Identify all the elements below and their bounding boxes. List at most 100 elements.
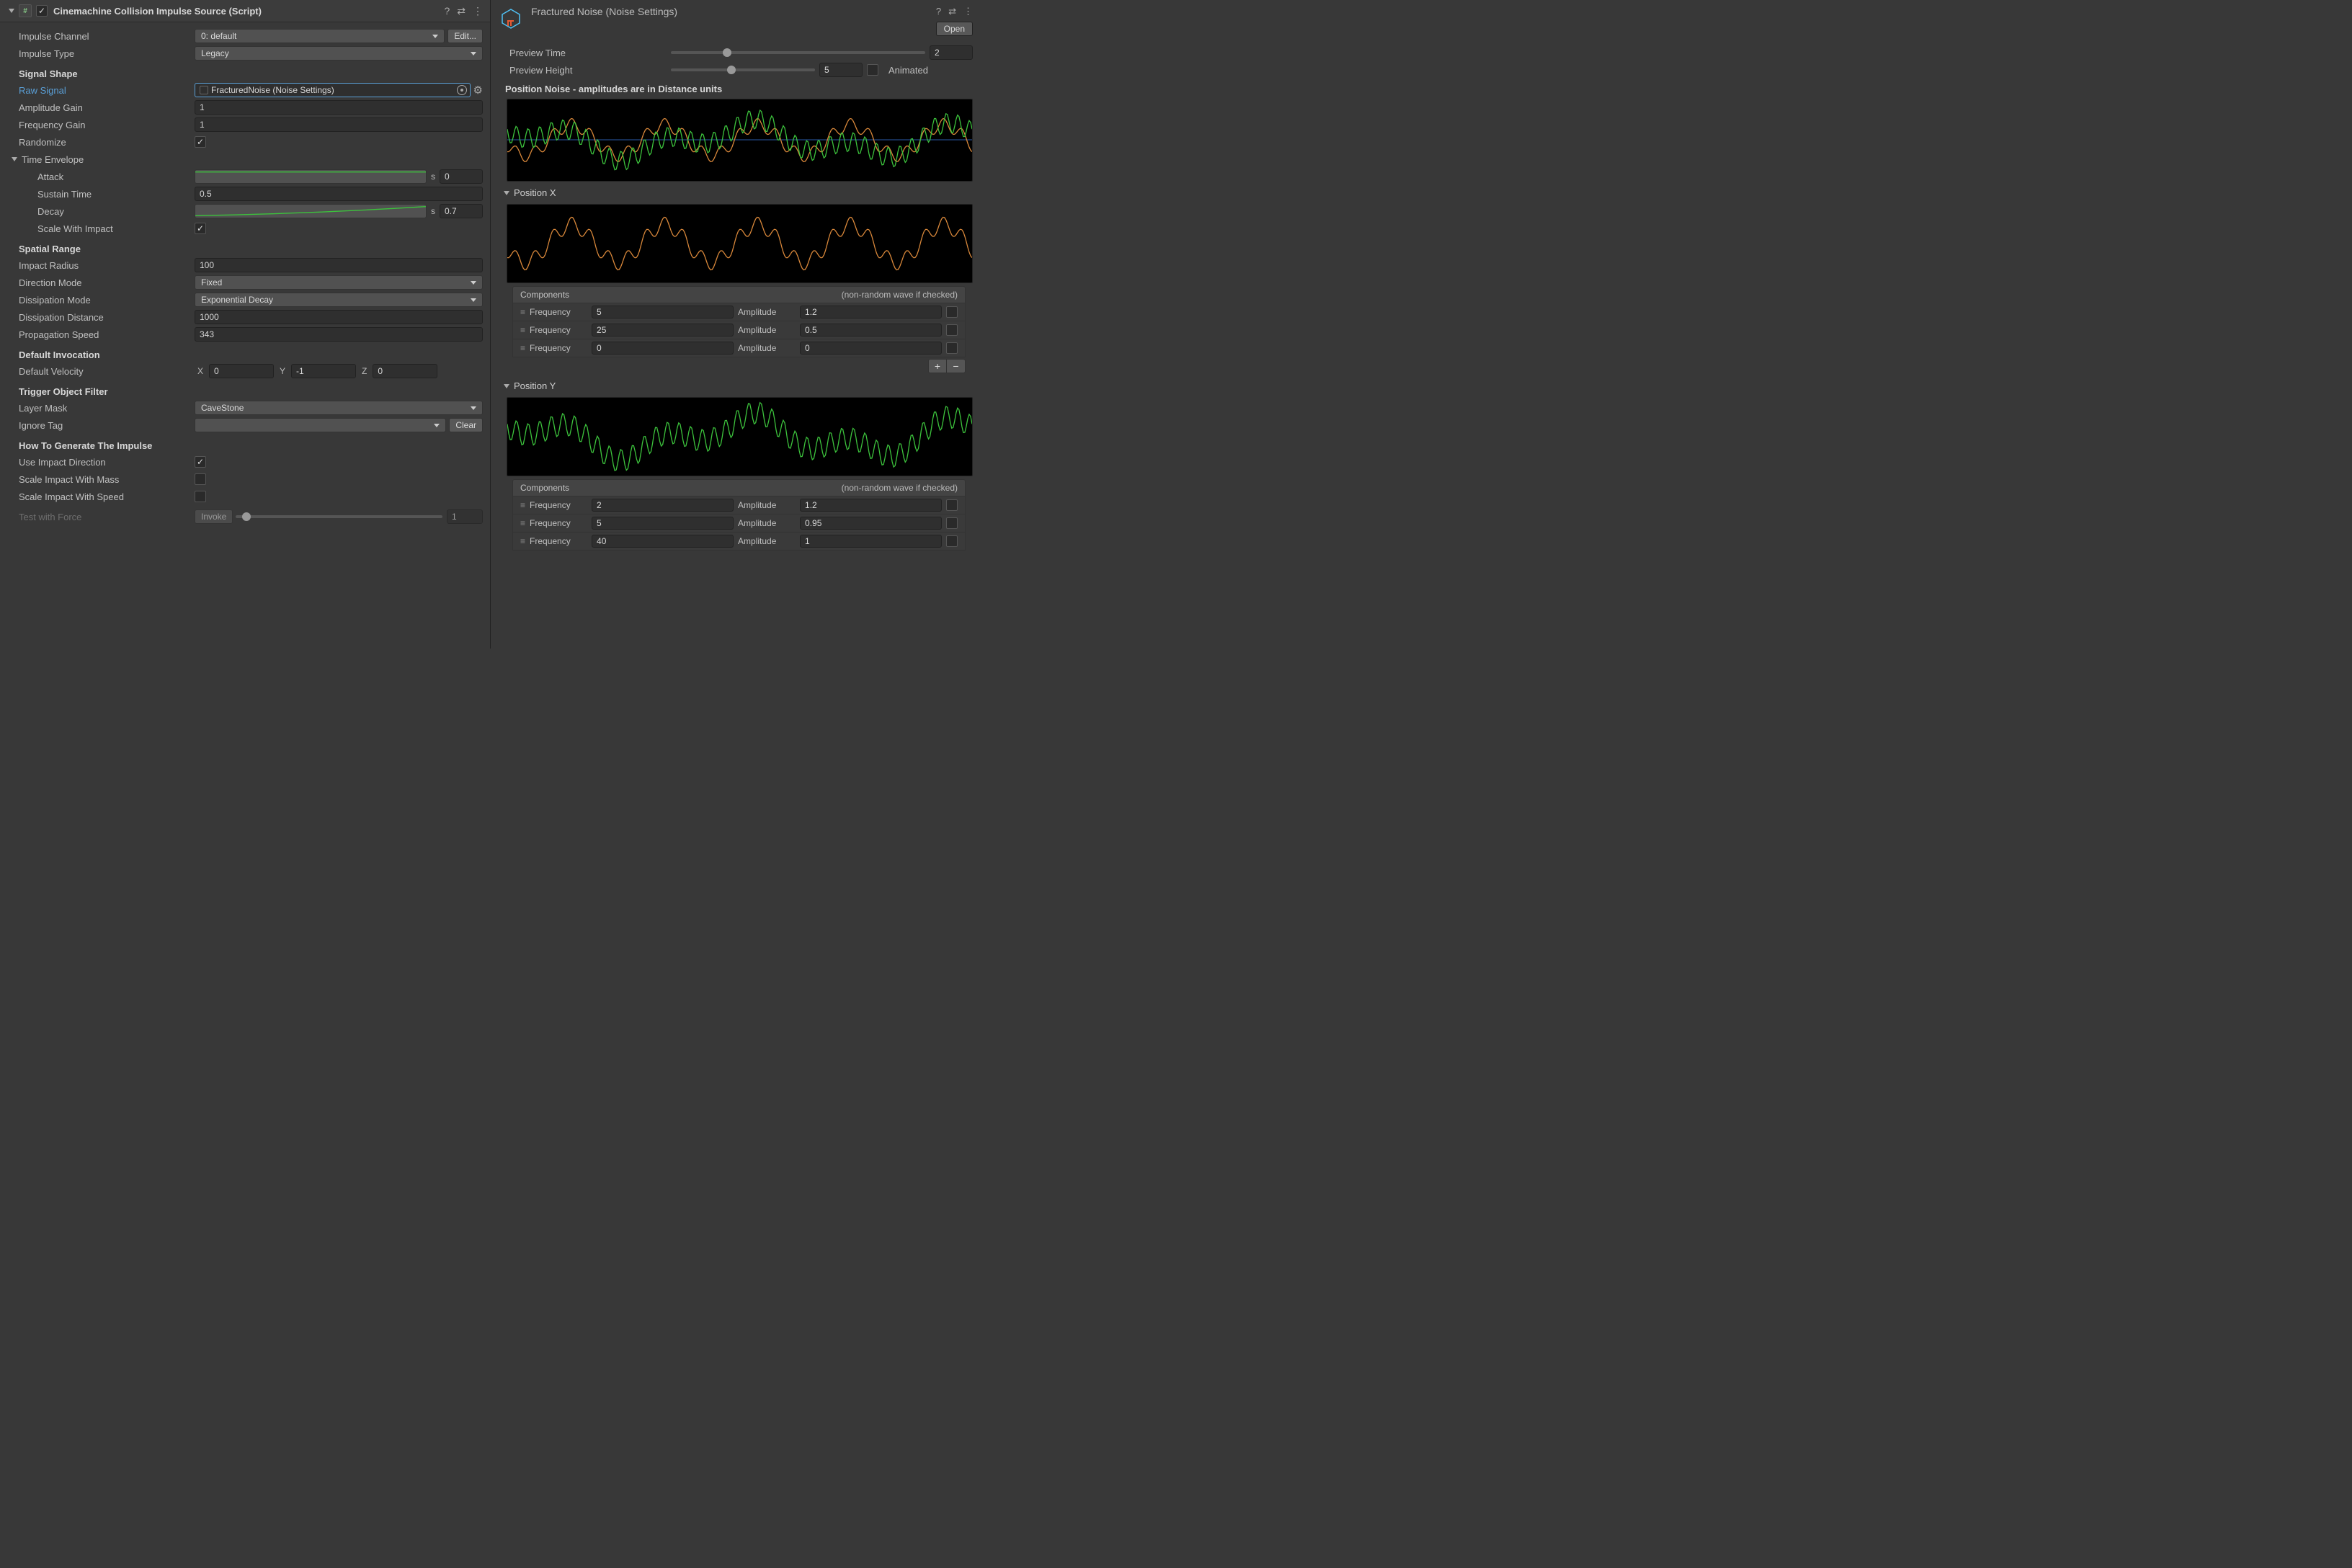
frequency-label: Frequency — [530, 536, 587, 546]
sustain-time-field[interactable]: 0.5 — [195, 187, 483, 201]
decay-curve[interactable] — [195, 204, 427, 218]
posx-amplitude-field-1[interactable]: 0.5 — [800, 324, 942, 337]
preset-icon[interactable]: ⇄ — [948, 6, 956, 17]
scale-impact-mass-checkbox[interactable] — [195, 473, 206, 485]
components-header-y: Components (non-random wave if checked) — [512, 479, 966, 496]
posy-amplitude-field-0[interactable]: 1.2 — [800, 499, 942, 512]
posy-frequency-field-0[interactable]: 2 — [592, 499, 734, 512]
clear-button[interactable]: Clear — [449, 418, 483, 432]
foldout-icon[interactable] — [7, 6, 16, 15]
enable-checkbox[interactable] — [36, 5, 48, 17]
amplitude-gain-field[interactable]: 1 — [195, 100, 483, 115]
components-label: Components — [520, 290, 569, 300]
posy-frequency-field-2[interactable]: 40 — [592, 535, 734, 548]
animated-checkbox[interactable] — [867, 64, 878, 76]
posy-amplitude-field-2[interactable]: 1 — [800, 535, 942, 548]
drag-handle-icon[interactable]: ≡ — [520, 325, 525, 335]
layer-mask-dropdown[interactable]: CaveStone — [195, 401, 483, 415]
preview-height-slider[interactable] — [671, 68, 815, 71]
attack-field[interactable]: 0 — [440, 169, 483, 184]
ignore-tag-dropdown[interactable] — [195, 418, 446, 432]
script-icon: # — [19, 4, 32, 17]
asset-title: Fractured Noise (Noise Settings) — [531, 6, 677, 17]
help-icon[interactable]: ? — [444, 5, 450, 17]
time-envelope-foldout[interactable]: Time Envelope — [7, 154, 195, 165]
drag-handle-icon[interactable]: ≡ — [520, 518, 525, 528]
menu-icon[interactable]: ⋮ — [473, 5, 483, 17]
non-random-checkbox[interactable] — [946, 324, 958, 336]
propagation-speed-field[interactable]: 343 — [195, 327, 483, 342]
non-random-checkbox[interactable] — [946, 517, 958, 529]
scale-impact-speed-checkbox[interactable] — [195, 491, 206, 502]
animated-label: Animated — [888, 65, 928, 76]
scale-impact-mass-label: Scale Impact With Mass — [7, 474, 195, 485]
impact-radius-field[interactable]: 100 — [195, 258, 483, 272]
drag-handle-icon[interactable]: ≡ — [520, 500, 525, 510]
non-random-checkbox[interactable] — [946, 499, 958, 511]
non-random-checkbox[interactable] — [946, 342, 958, 354]
default-velocity-x[interactable]: 0 — [209, 364, 274, 378]
non-random-checkbox[interactable] — [946, 535, 958, 547]
scale-with-impact-checkbox[interactable] — [195, 223, 206, 234]
default-velocity-z[interactable]: 0 — [373, 364, 437, 378]
component-row: ≡ Frequency 40 Amplitude 1 — [512, 533, 966, 551]
scale-with-impact-label: Scale With Impact — [7, 223, 195, 234]
edit-channel-button[interactable]: Edit... — [447, 29, 483, 43]
posx-frequency-field-1[interactable]: 25 — [592, 324, 734, 337]
drag-handle-icon[interactable]: ≡ — [520, 343, 525, 353]
direction-mode-dropdown[interactable]: Fixed — [195, 275, 483, 290]
position-y-label: Position Y — [514, 380, 556, 391]
preset-icon[interactable]: ⇄ — [457, 5, 466, 17]
scale-impact-speed-label: Scale Impact With Speed — [7, 491, 195, 502]
components-label: Components — [520, 483, 569, 493]
component-row: ≡ Frequency 5 Amplitude 1.2 — [512, 303, 966, 321]
posx-amplitude-field-2[interactable]: 0 — [800, 342, 942, 355]
preview-time-field[interactable]: 2 — [930, 45, 973, 60]
randomize-checkbox[interactable] — [195, 136, 206, 148]
menu-icon[interactable]: ⋮ — [963, 6, 973, 17]
drag-handle-icon[interactable]: ≡ — [520, 536, 525, 546]
object-picker-icon[interactable] — [457, 85, 467, 95]
test-force-field[interactable]: 1 — [447, 509, 483, 524]
amplitude-label: Amplitude — [738, 307, 796, 317]
position-x-foldout[interactable]: Position X — [498, 184, 973, 201]
posx-amplitude-field-0[interactable]: 1.2 — [800, 306, 942, 318]
time-envelope-label: Time Envelope — [22, 154, 84, 165]
non-random-checkbox[interactable] — [946, 306, 958, 318]
raw-signal-label: Raw Signal — [7, 85, 195, 96]
help-icon[interactable]: ? — [936, 6, 941, 17]
decay-unit: s — [429, 206, 437, 216]
posx-frequency-field-0[interactable]: 5 — [592, 306, 734, 318]
use-impact-direction-checkbox[interactable] — [195, 456, 206, 468]
drag-handle-icon[interactable]: ≡ — [520, 307, 525, 317]
preview-time-slider[interactable] — [671, 51, 925, 54]
raw-signal-field[interactable]: FracturedNoise (Noise Settings) — [195, 83, 471, 97]
remove-component-button[interactable]: − — [947, 359, 966, 373]
dissipation-distance-field[interactable]: 1000 — [195, 310, 483, 324]
amplitude-label: Amplitude — [738, 343, 796, 353]
component-row: ≡ Frequency 0 Amplitude 0 — [512, 339, 966, 357]
posy-frequency-field-1[interactable]: 5 — [592, 517, 734, 530]
dissipation-mode-dropdown[interactable]: Exponential Decay — [195, 293, 483, 307]
impulse-type-label: Impulse Type — [7, 48, 195, 59]
z-label: Z — [359, 366, 370, 376]
posy-amplitude-field-1[interactable]: 0.95 — [800, 517, 942, 530]
amplitude-label: Amplitude — [738, 518, 796, 528]
test-force-slider[interactable] — [236, 515, 442, 518]
add-component-button[interactable]: + — [928, 359, 947, 373]
preview-height-field[interactable]: 5 — [819, 63, 863, 77]
attack-curve[interactable] — [195, 169, 427, 184]
impulse-channel-dropdown[interactable]: 0: default — [195, 29, 445, 43]
component-row: ≡ Frequency 5 Amplitude 0.95 — [512, 514, 966, 533]
component-header[interactable]: # Cinemachine Collision Impulse Source (… — [0, 0, 490, 22]
decay-field[interactable]: 0.7 — [440, 204, 483, 218]
posx-frequency-field-2[interactable]: 0 — [592, 342, 734, 355]
impulse-type-dropdown[interactable]: Legacy — [195, 46, 483, 61]
open-button[interactable]: Open — [936, 22, 973, 36]
default-velocity-y[interactable]: -1 — [291, 364, 356, 378]
frequency-gain-field[interactable]: 1 — [195, 117, 483, 132]
position-y-foldout[interactable]: Position Y — [498, 378, 973, 394]
invoke-button[interactable]: Invoke — [195, 509, 233, 524]
gear-icon[interactable]: ⚙ — [473, 84, 483, 97]
amplitude-label: Amplitude — [738, 325, 796, 335]
